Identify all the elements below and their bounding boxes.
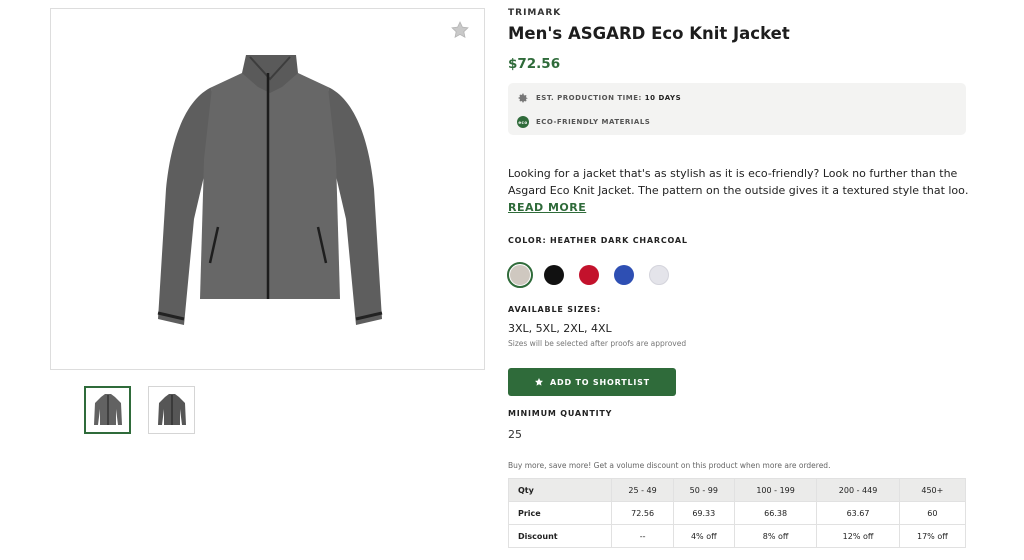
minimum-quantity-value: 25 bbox=[508, 428, 522, 441]
color-label: COLOR: HEATHER DARK CHARCOAL bbox=[508, 236, 688, 245]
pricing-cell: 60 bbox=[898, 501, 967, 525]
product-price: $72.56 bbox=[508, 56, 561, 72]
description-line: Asgard Eco Knit Jacket. The pattern on t… bbox=[508, 184, 968, 197]
read-more-link[interactable]: READ MORE bbox=[508, 201, 586, 214]
pricing-header-cell: 50 - 99 bbox=[672, 478, 735, 502]
eco-materials-label: ECO-FRIENDLY MATERIALS bbox=[536, 118, 651, 126]
production-time-row: EST. PRODUCTION TIME: 10 DAYS bbox=[517, 92, 681, 104]
pricing-cell: 4% off bbox=[672, 524, 735, 548]
sizes-note: Sizes will be selected after proofs are … bbox=[508, 339, 687, 348]
pricing-cell: 66.38 bbox=[733, 501, 818, 525]
star-outline-icon[interactable] bbox=[450, 20, 470, 40]
pricing-header-cell: Qty bbox=[507, 478, 613, 502]
main-product-image bbox=[50, 8, 485, 370]
pricing-header-cell: 450+ bbox=[898, 478, 967, 502]
pricing-header-cell: 100 - 199 bbox=[733, 478, 818, 502]
jacket-image bbox=[157, 55, 383, 325]
product-title: Men's ASGARD Eco Knit Jacket bbox=[508, 24, 790, 43]
sizes-label: AVAILABLE SIZES: bbox=[508, 305, 601, 314]
pricing-cell: Price bbox=[507, 501, 613, 525]
color-swatch-blue[interactable] bbox=[614, 265, 634, 285]
pricing-cell: 72.56 bbox=[611, 501, 674, 525]
pricing-table: Qty 25 - 49 50 - 99 100 - 199 200 - 449 … bbox=[507, 478, 967, 548]
color-swatch-light-grey[interactable] bbox=[649, 265, 669, 285]
pricing-cell: 8% off bbox=[733, 524, 818, 548]
production-time-value: 10 DAYS bbox=[644, 94, 682, 102]
minimum-quantity-label: MINIMUM QUANTITY bbox=[508, 409, 613, 418]
brand-name: TRIMARK bbox=[508, 8, 562, 18]
eco-materials-row: eco ECO-FRIENDLY MATERIALS bbox=[517, 116, 650, 128]
pricing-header-cell: 25 - 49 bbox=[611, 478, 674, 502]
color-swatch-red[interactable] bbox=[579, 265, 599, 285]
add-to-shortlist-label: ADD TO SHORTLIST bbox=[550, 377, 650, 387]
add-to-shortlist-button[interactable]: ADD TO SHORTLIST bbox=[508, 368, 676, 396]
pricing-price-row: Price 72.56 69.33 66.38 63.67 60 bbox=[507, 501, 967, 525]
thumbnail-1[interactable] bbox=[84, 386, 131, 434]
pricing-discount-row: Discount -- 4% off 8% off 12% off 17% of… bbox=[507, 524, 967, 548]
svg-text:eco: eco bbox=[518, 120, 527, 125]
product-meta-box: EST. PRODUCTION TIME: 10 DAYS eco ECO-FR… bbox=[508, 83, 966, 135]
color-swatch-black[interactable] bbox=[544, 265, 564, 285]
pricing-cell: Discount bbox=[507, 524, 613, 548]
production-time-label: EST. PRODUCTION TIME: bbox=[536, 94, 642, 102]
color-swatch-heather-dark-charcoal[interactable] bbox=[510, 265, 530, 285]
pricing-cell: 12% off bbox=[816, 524, 900, 548]
volume-discount-note: Buy more, save more! Get a volume discou… bbox=[508, 461, 831, 470]
pricing-header-cell: 200 - 449 bbox=[816, 478, 900, 502]
available-sizes: 3XL, 5XL, 2XL, 4XL bbox=[508, 322, 612, 335]
thumbnail-2[interactable] bbox=[148, 386, 195, 434]
pricing-cell: 63.67 bbox=[816, 501, 900, 525]
pricing-cell: 17% off bbox=[898, 524, 967, 548]
pricing-header-row: Qty 25 - 49 50 - 99 100 - 199 200 - 449 … bbox=[507, 478, 967, 502]
description-line: Looking for a jacket that's as stylish a… bbox=[508, 167, 958, 180]
pricing-cell: 69.33 bbox=[672, 501, 735, 525]
selected-color-name: HEATHER DARK CHARCOAL bbox=[550, 236, 688, 245]
gear-icon bbox=[517, 92, 529, 104]
eco-badge-icon: eco bbox=[517, 116, 529, 128]
pricing-cell: -- bbox=[611, 524, 674, 548]
product-description: Looking for a jacket that's as stylish a… bbox=[508, 165, 968, 199]
star-icon bbox=[534, 377, 544, 387]
